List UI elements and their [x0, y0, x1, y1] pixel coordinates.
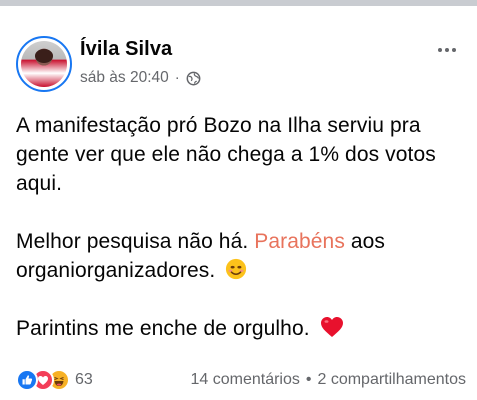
post-paragraph-2: Melhor pesquisa não há. Parabéns aos org…	[16, 227, 464, 285]
smiling-face-emoji	[226, 258, 247, 280]
avatar-photo	[21, 41, 67, 87]
post-paragraph-1: A manifestação pró Bozo na Ilha serviu p…	[16, 114, 436, 195]
highlighted-word: Parabéns	[254, 230, 345, 253]
red-heart-emoji	[320, 317, 343, 337]
more-dot	[452, 48, 456, 52]
post-meta: sáb às 20:40 ·	[80, 68, 201, 88]
more-dot	[445, 48, 449, 52]
post-body: A manifestação pró Bozo na Ilha serviu p…	[16, 111, 464, 343]
meta-separator: ·	[174, 69, 180, 86]
reaction-count: 63	[75, 371, 93, 388]
shares-count-link[interactable]: 2 compartilhamentos	[317, 371, 466, 389]
post-paragraph-3: Parintins me enche de orgulho.	[16, 314, 464, 343]
more-dot	[438, 48, 442, 52]
post-stats: 14 comentários • 2 compartilhamentos	[190, 371, 466, 389]
paragraph-3-text: Parintins me enche de orgulho.	[16, 317, 310, 340]
post-footer: 63 14 comentários • 2 compartilhamentos	[16, 368, 466, 392]
like-icon	[16, 369, 38, 391]
post-timestamp[interactable]: sáb às 20:40	[80, 68, 169, 88]
paragraph-2-text-start: Melhor pesquisa não há.	[16, 230, 255, 253]
more-options-icon[interactable]	[433, 40, 461, 60]
post-header: Ívila Silva sáb às 20:40 ·	[16, 36, 461, 94]
globe-icon[interactable]	[186, 71, 201, 86]
stats-separator: •	[305, 371, 312, 388]
facebook-post: Ívila Silva sáb às 20:40 · A manifestaçã…	[0, 6, 477, 400]
reactions-summary[interactable]: 63	[16, 369, 93, 391]
author-name[interactable]: Ívila Silva	[80, 36, 172, 62]
comments-count-link[interactable]: 14 comentários	[190, 371, 299, 389]
author-avatar[interactable]	[16, 36, 72, 92]
